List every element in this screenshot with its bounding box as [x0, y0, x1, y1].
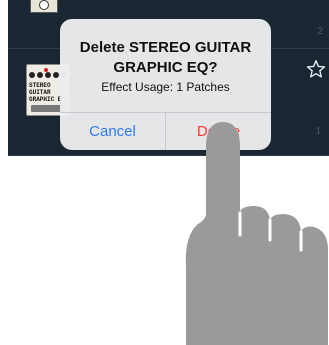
pointing-hand-icon — [185, 122, 328, 345]
